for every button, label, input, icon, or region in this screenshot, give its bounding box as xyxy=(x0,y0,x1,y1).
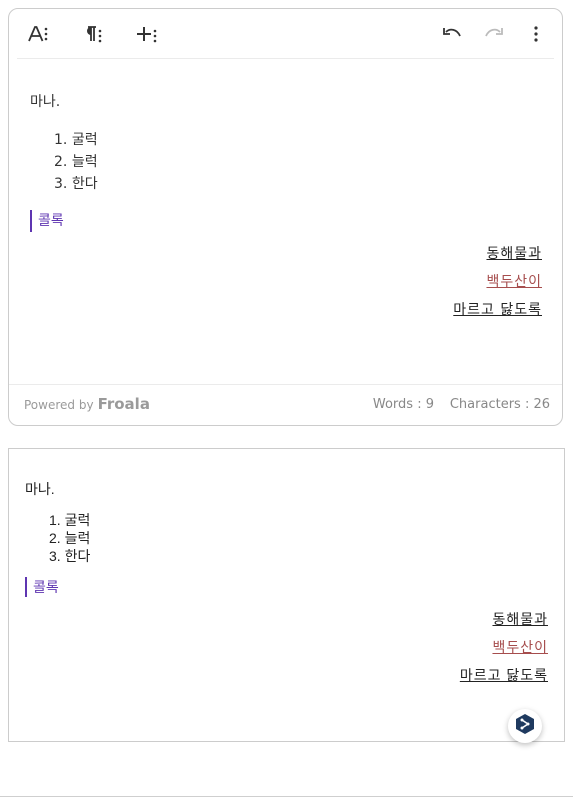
froala-editor: 마나. 1. 굴럭 2. 늘럭 3. 한다 콜록 동해물과 백두산이 마르고 닳… xyxy=(8,8,563,426)
character-count: Characters : 26 xyxy=(449,397,550,412)
preview-right-line: 백두산이 xyxy=(492,639,548,655)
toolbar-divider xyxy=(17,58,554,59)
preview-right-line: 마르고 닳도록 xyxy=(459,667,548,683)
list-item[interactable]: 1. 굴럭 xyxy=(54,129,98,151)
powered-by-label: Powered by xyxy=(24,398,94,412)
preview-paragraph: 마나. xyxy=(25,481,55,497)
list-item: 3. 한다 xyxy=(49,548,91,564)
froala-logo: Froala xyxy=(97,395,150,413)
undo-button[interactable] xyxy=(439,20,465,48)
list-item: 1. 굴럭 xyxy=(49,512,91,528)
more-vertical-icon xyxy=(533,25,539,43)
editor-blockquote[interactable]: 콜록 xyxy=(30,210,64,232)
preview-blockquote: 콜록 xyxy=(25,577,59,597)
redo-icon xyxy=(483,24,505,44)
floating-action-button[interactable] xyxy=(508,709,542,743)
powered-by-link[interactable]: Powered by Froala xyxy=(24,395,150,413)
list-item[interactable]: 2. 늘럭 xyxy=(54,151,98,173)
right-aligned-line[interactable]: 백두산이 xyxy=(486,272,542,292)
editor-paragraph[interactable]: 마나. xyxy=(30,91,60,111)
list-item: 2. 늘럭 xyxy=(49,530,91,546)
editor-ordered-list: 1. 굴럭 2. 늘럭 3. 한다 xyxy=(54,129,98,195)
preview-ordered-list: 1. 굴럭 2. 늘럭 3. 한다 xyxy=(49,511,90,565)
redo-button[interactable] xyxy=(481,20,507,48)
plus-more-icon xyxy=(135,24,157,44)
more-options-button[interactable] xyxy=(527,20,545,48)
undo-icon xyxy=(441,24,463,44)
editor-footer: Powered by Froala Words : 9 Characters :… xyxy=(9,384,562,425)
editor-toolbar xyxy=(9,9,562,59)
paragraph-icon xyxy=(81,24,103,44)
text-format-button[interactable] xyxy=(25,20,51,48)
list-item[interactable]: 3. 한다 xyxy=(54,173,98,195)
right-aligned-line[interactable]: 마르고 닳도록 xyxy=(453,300,542,320)
word-count: Words : 9 xyxy=(372,397,434,412)
preview-right-line: 동해물과 xyxy=(492,611,548,627)
right-aligned-line[interactable]: 동해물과 xyxy=(486,244,542,264)
insert-more-button[interactable] xyxy=(133,20,159,48)
share-icon xyxy=(514,713,536,739)
html-preview-panel: 마나. 1. 굴럭 2. 늘럭 3. 한다 콜록 동해물과 백두산이 마르고 닳… xyxy=(8,448,565,742)
paragraph-format-button[interactable] xyxy=(79,20,105,48)
text-format-icon xyxy=(27,24,49,44)
